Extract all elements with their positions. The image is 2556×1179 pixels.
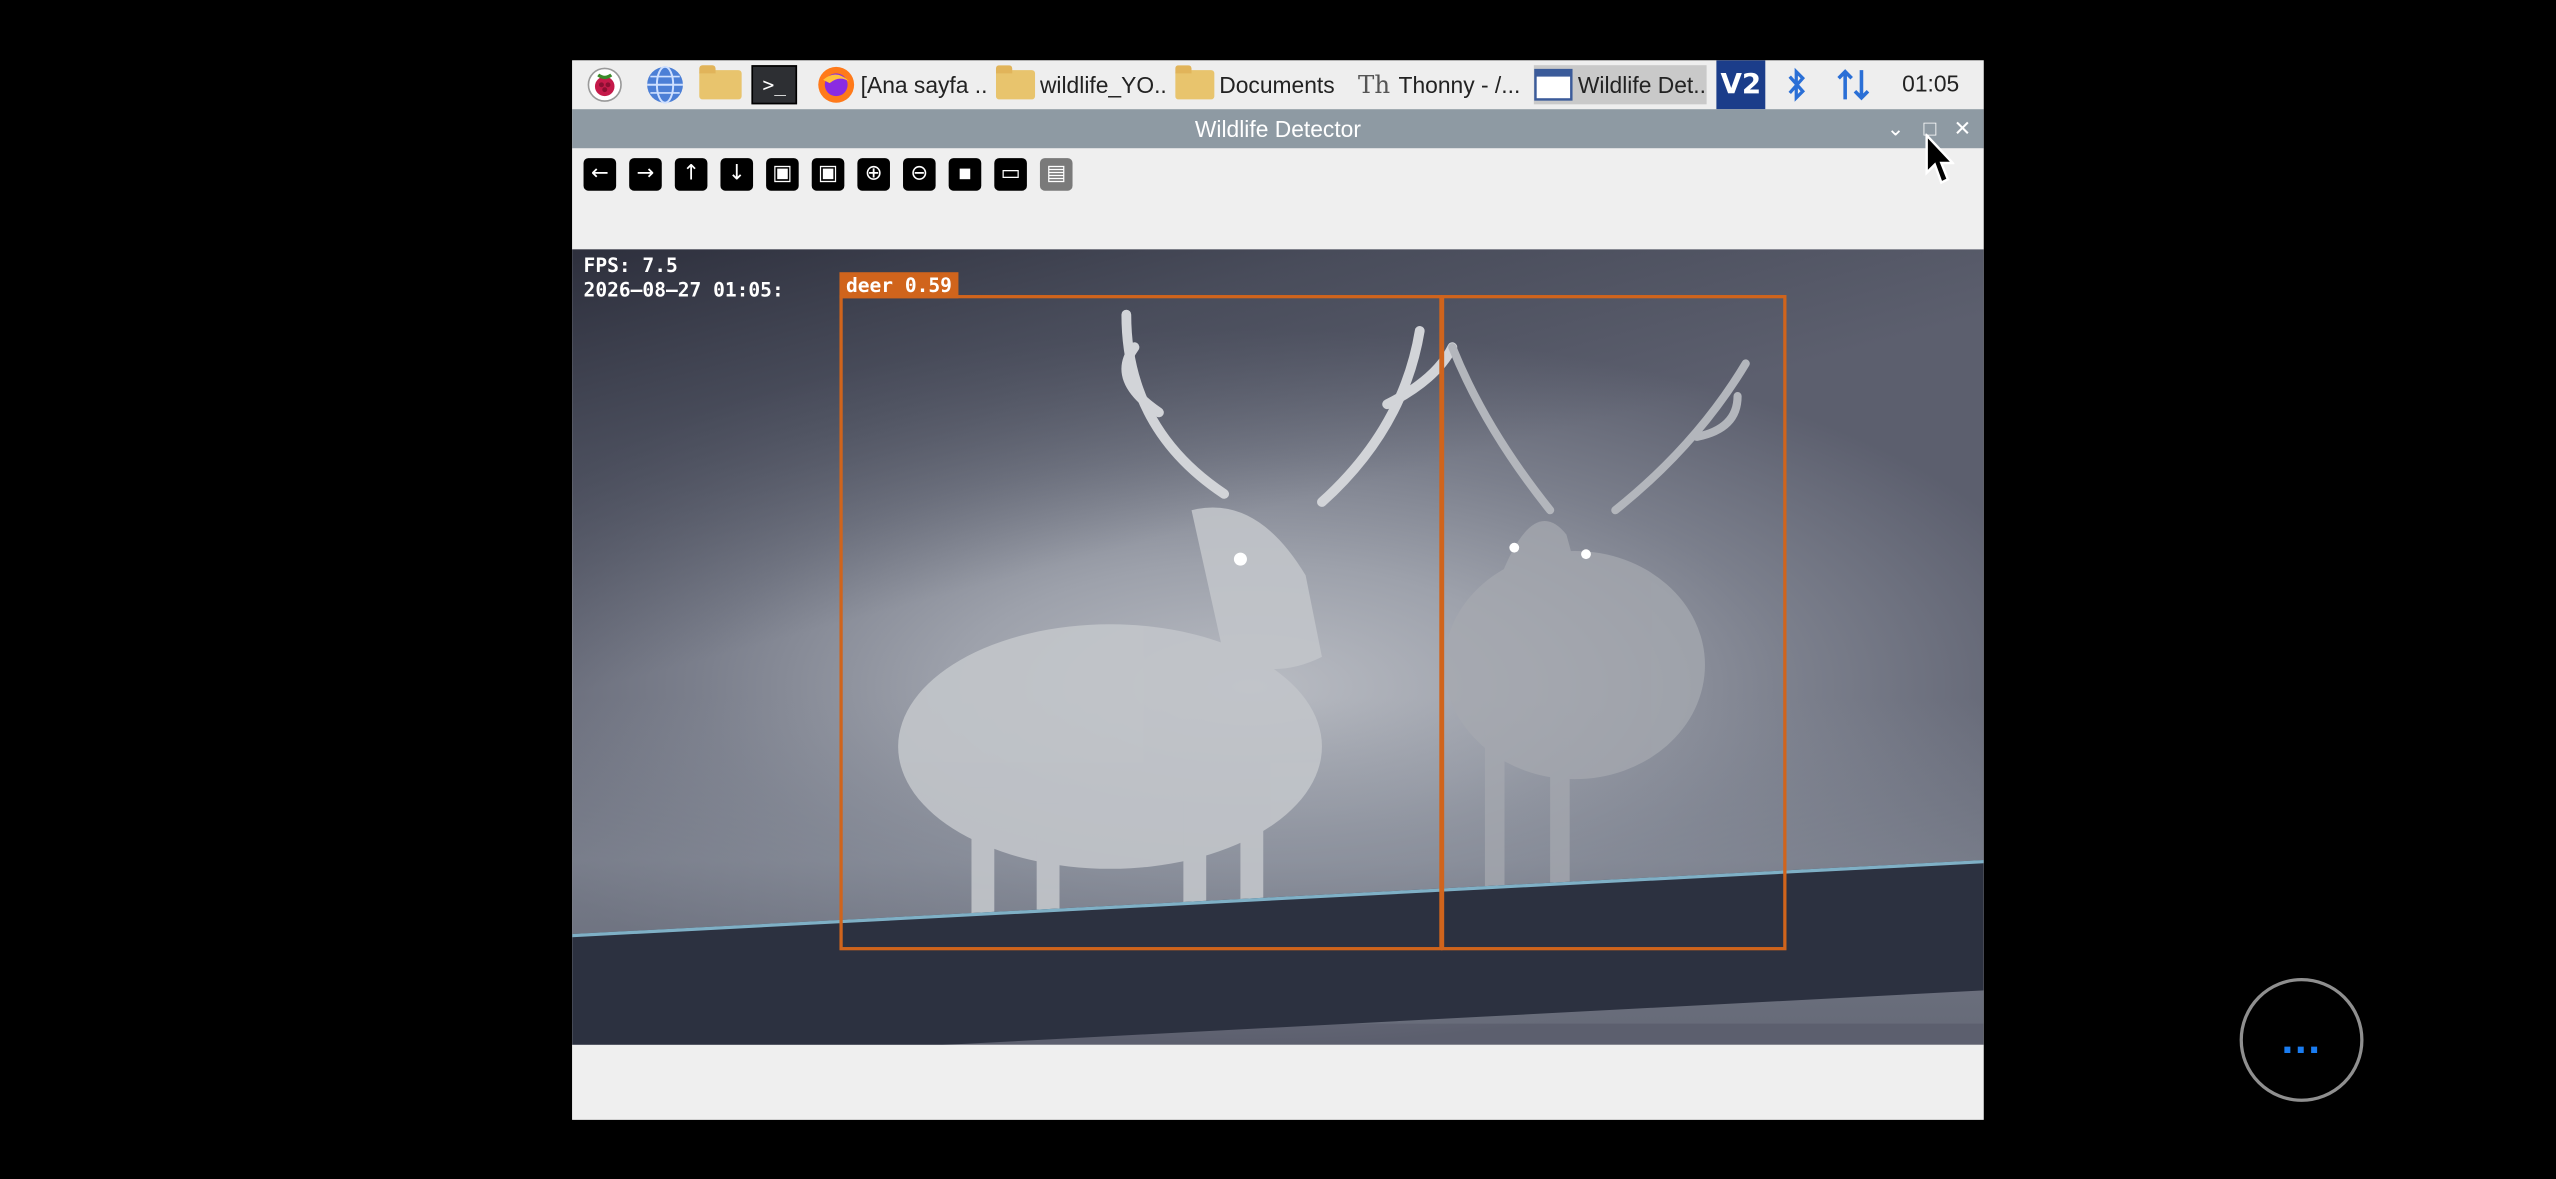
task-label: wildlife_YO... [1039, 71, 1168, 98]
task-label: Documents [1219, 71, 1335, 98]
clock[interactable]: 01:05 [1902, 70, 1959, 96]
task-firefox[interactable]: [Ana sayfa ... [817, 65, 988, 104]
toolbar: ← → ↑ ↓ ▣ ▣ ⊕ ⊖ ▪ ▭ ▤ [572, 148, 1984, 250]
fps-text: FPS: 7.5 [583, 254, 678, 278]
minimize-button[interactable]: ⌄ [1883, 114, 1909, 143]
more-options-button[interactable]: ... [2239, 978, 2364, 1102]
mouse-cursor-icon [1925, 133, 1955, 185]
detection-label: deer 0.59 [839, 272, 959, 299]
clipboard-icon[interactable]: ▭ [994, 158, 1027, 191]
camera-view: deer 0.59 FPS: 7.5 2026—08—27 01:05: [572, 249, 1984, 1045]
task-label: Thonny - /... [1398, 71, 1521, 98]
save-icon[interactable]: ▪ [948, 158, 982, 191]
task-label: Wildlife Det... [1577, 71, 1707, 98]
zoom-out-icon[interactable]: ⊖ [903, 158, 936, 191]
arrow-left-icon[interactable]: ← [583, 158, 617, 191]
vnc-text: V2 [1720, 68, 1762, 102]
thonny-icon: Th [1358, 70, 1391, 100]
folder-icon [1175, 65, 1215, 103]
firefox-icon [817, 66, 856, 103]
arrow-down-icon[interactable]: ↓ [720, 158, 754, 191]
window-icon [1534, 67, 1573, 103]
vnc-icon[interactable]: V2 [1716, 60, 1766, 110]
desktop-screen: >_ [Ana sayfa ... wildlife_YO... Documen… [572, 60, 1984, 1120]
detection-box [839, 295, 1443, 951]
task-thonny[interactable]: Th Thonny - /... [1355, 65, 1534, 104]
arrow-up-icon[interactable]: ↑ [674, 158, 708, 191]
image-icon[interactable]: ▣ [766, 158, 799, 191]
detection-box [1440, 295, 1787, 951]
task-wildlife-detector[interactable]: Wildlife Det... [1533, 65, 1707, 105]
globe-icon[interactable] [644, 65, 686, 104]
timestamp-text: 2026—08—27 01:05: [583, 278, 784, 302]
bluetooth-icon[interactable] [1782, 65, 1811, 104]
properties-icon[interactable]: ▤ [1039, 158, 1073, 191]
image-edit-icon[interactable]: ▣ [811, 158, 845, 191]
task-wildlife-folder[interactable]: wildlife_YO... [995, 65, 1168, 104]
folder-icon [995, 65, 1036, 103]
window-title: Wildlife Detector [1194, 115, 1361, 142]
task-label: [Ana sayfa ... [860, 71, 988, 98]
arrow-right-icon[interactable]: → [629, 158, 662, 191]
files-icon[interactable] [698, 65, 744, 104]
zoom-in-icon[interactable]: ⊕ [857, 158, 890, 191]
window-title-bar[interactable]: Wildlife Detector ⌄ □ ✕ [572, 109, 1984, 149]
raspberry-icon[interactable] [585, 65, 624, 104]
task-documents[interactable]: Documents [1175, 65, 1346, 104]
taskbar: >_ [Ana sayfa ... wildlife_YO... Documen… [572, 60, 1984, 110]
network-icon[interactable] [1835, 65, 1871, 104]
terminal-icon[interactable]: >_ [751, 65, 798, 105]
status-area [572, 1044, 1984, 1120]
